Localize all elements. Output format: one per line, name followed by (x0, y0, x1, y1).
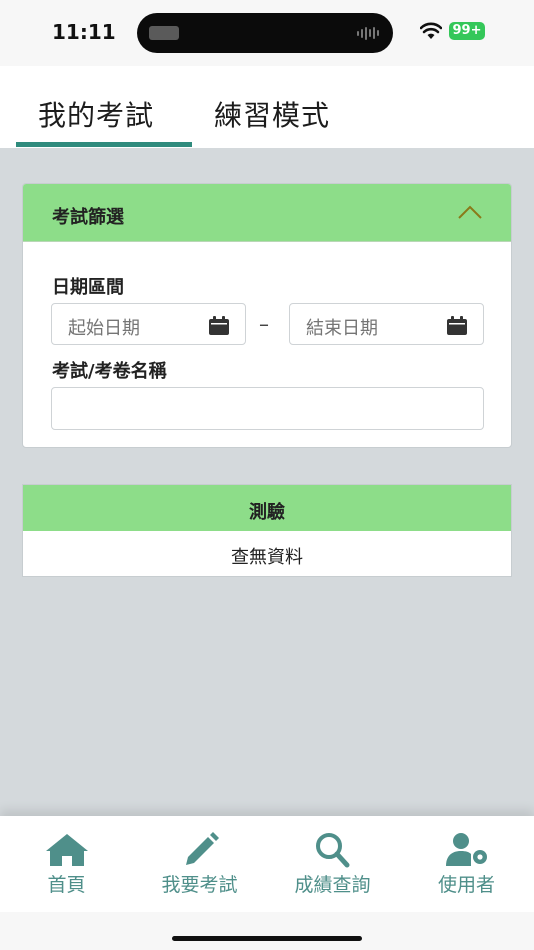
empty-state-text: 查無資料 (231, 547, 303, 568)
bottom-nav: 首頁 我要考試 成績查詢 使用者 (0, 816, 534, 912)
nav-item-user[interactable]: 使用者 (400, 816, 533, 912)
results-table: 測驗 查無資料 (22, 484, 512, 577)
date-range-label: 日期區間 (52, 277, 124, 298)
exam-name-label: 考試/考卷名稱 (52, 361, 167, 382)
status-time: 11:11 (52, 20, 116, 44)
chevron-up-icon[interactable] (457, 204, 483, 220)
user-settings-icon (445, 833, 487, 866)
nav-label-take-exam: 我要考試 (161, 874, 238, 896)
audio-wave-icon (357, 26, 379, 40)
nav-item-take-exam[interactable]: 我要考試 (133, 816, 266, 912)
results-title: 測驗 (249, 502, 285, 523)
nav-label-score-inquiry: 成績查詢 (294, 874, 371, 896)
battery-icon: 99+ (449, 22, 485, 40)
nav-label-user: 使用者 (437, 874, 495, 896)
date-range-separator: – (259, 312, 269, 336)
exam-name-input[interactable] (51, 387, 484, 430)
tab-practice-mode[interactable]: 練習模式 (214, 94, 330, 134)
status-bar: 11:11 99+ (0, 0, 534, 66)
home-indicator[interactable] (172, 936, 362, 941)
results-header: 測驗 (23, 485, 511, 531)
home-indicator-area (0, 912, 534, 950)
wifi-icon (420, 22, 442, 39)
start-date-field[interactable]: 起始日期 (51, 303, 246, 345)
search-icon (315, 833, 349, 868)
calendar-icon[interactable] (447, 316, 467, 335)
filter-title: 考試篩選 (52, 207, 124, 228)
filter-header[interactable]: 考試篩選 (23, 184, 511, 242)
nav-item-score-inquiry[interactable]: 成績查詢 (266, 816, 399, 912)
tab-my-exams[interactable]: 我的考試 (38, 94, 154, 134)
exam-filter-panel: 考試篩選 日期區間 起始日期 – 結束日期 考試/考卷名稱 (22, 183, 512, 448)
home-icon (45, 834, 88, 866)
active-tab-indicator (16, 142, 192, 147)
nav-label-home: 首頁 (47, 874, 86, 896)
pencil-icon (185, 832, 219, 865)
end-date-field[interactable]: 結束日期 (289, 303, 484, 345)
end-date-placeholder: 結束日期 (306, 318, 378, 339)
start-date-placeholder: 起始日期 (68, 318, 140, 339)
dynamic-island (137, 13, 393, 53)
media-thumbnail-icon (149, 26, 179, 40)
calendar-icon[interactable] (209, 316, 229, 335)
exam-tabs: 我的考試 練習模式 (0, 66, 534, 148)
nav-item-home[interactable]: 首頁 (0, 816, 133, 912)
